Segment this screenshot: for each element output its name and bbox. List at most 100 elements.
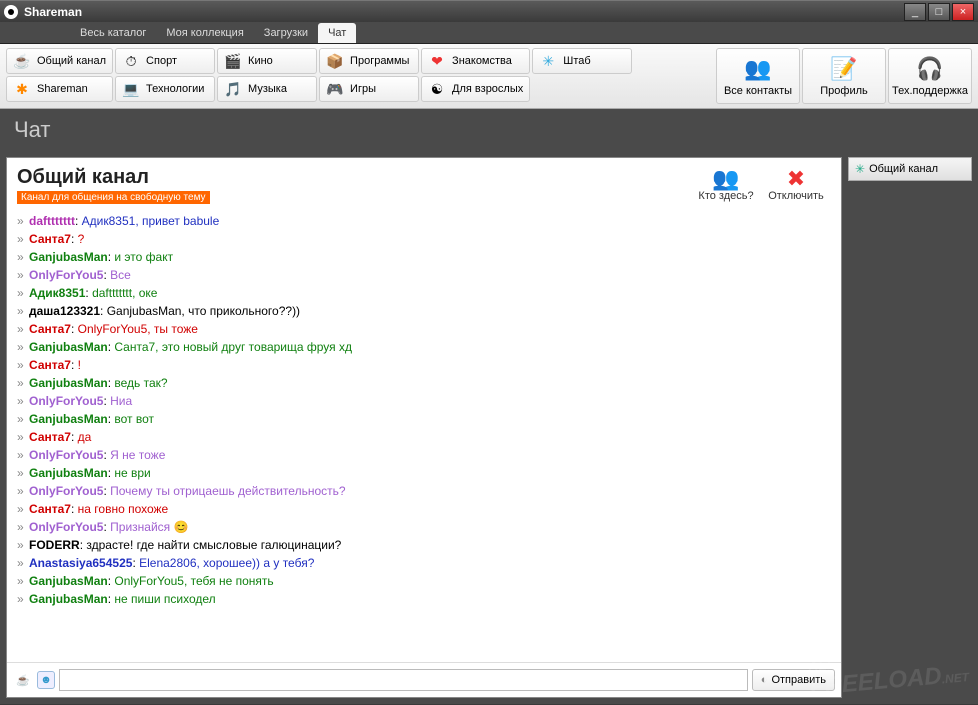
arrow-icon: »: [17, 484, 27, 498]
window-title: Shareman: [24, 5, 902, 19]
main-tabs: Весь каталогМоя коллекцияЗагрузкиЧат: [0, 22, 978, 44]
chat-panel: Общий канал Канал для общения на свободн…: [6, 157, 842, 698]
channel-icon: ❤: [428, 52, 446, 70]
message-text: !: [78, 358, 81, 372]
message-nick: Санта7: [29, 232, 71, 246]
chat-action[interactable]: 👥Кто здесь?: [691, 166, 761, 202]
channel-button[interactable]: 📦Программы: [319, 48, 419, 74]
channel-icon: 🎬: [224, 52, 242, 70]
arrow-icon: »: [17, 520, 27, 534]
arrow-icon: »: [17, 394, 27, 408]
message-input[interactable]: [59, 669, 748, 691]
channel-button[interactable]: 🎮Игры: [319, 76, 419, 102]
chat-message: » Санта7: да: [17, 428, 831, 446]
channel-button[interactable]: 🎬Кино: [217, 48, 317, 74]
channel-button[interactable]: 🎵Музыка: [217, 76, 317, 102]
message-text: Я не тоже: [110, 448, 165, 462]
tab-2[interactable]: Загрузки: [254, 23, 318, 43]
arrow-icon: »: [17, 538, 27, 552]
message-nick: OnlyForYou5: [29, 448, 103, 462]
big-label: Все контакты: [724, 85, 792, 97]
toolbar: ☕Общий канал✱Shareman⏱Спорт 💻 Технологии 🎬К…: [0, 44, 978, 109]
message-nick: Адик8351: [29, 286, 85, 300]
tab-0[interactable]: Весь каталог: [70, 23, 156, 43]
message-nick: GanjubasMan: [29, 466, 108, 480]
message-nick: GanjubasMan: [29, 376, 108, 390]
arrow-icon: »: [17, 304, 27, 318]
chat-action-label: Кто здесь?: [698, 190, 753, 202]
big-icon: 🎧: [916, 55, 944, 83]
channel-button[interactable]: ❤ Знакомства: [421, 48, 530, 74]
arrow-icon: »: [17, 592, 27, 606]
message-text: GanjubasMan, что прикольного??)): [107, 304, 300, 318]
toolbar-big-button[interactable]: 🎧 Тех.поддержка: [888, 48, 972, 104]
tab-1[interactable]: Моя коллекция: [156, 23, 253, 43]
message-text: Почему ты отрицаешь действительность?: [110, 484, 345, 498]
channel-label: Знакомства: [452, 55, 512, 67]
section-header: Чат: [0, 109, 978, 151]
message-text: на говно похоже: [78, 502, 169, 516]
arrow-icon: »: [17, 322, 27, 336]
arrow-icon: »: [17, 214, 27, 228]
chat-message: » Адик8351: dafttttttt, оке: [17, 284, 831, 302]
message-text: да: [78, 430, 92, 444]
message-nick: OnlyForYou5: [29, 268, 103, 282]
message-text: Признайся 😊: [110, 520, 188, 534]
message-nick: dafttttttt: [29, 214, 75, 228]
chat-message: » dafttttttt: Адик8351, привет babule: [17, 212, 831, 230]
message-nick: GanjubasMan: [29, 592, 108, 606]
close-button[interactable]: ×: [952, 3, 974, 21]
tab-3[interactable]: Чат: [318, 23, 356, 43]
channel-button[interactable]: ☯Для взрослых: [421, 76, 530, 102]
channel-button[interactable]: ✳ Штаб: [532, 48, 632, 74]
message-nick: OnlyForYou5: [29, 520, 103, 534]
chat-action-icon: 👥: [712, 166, 739, 190]
channel-icon: 🎵: [224, 80, 242, 98]
minimize-button[interactable]: _: [904, 3, 926, 21]
chat-message: » Санта7: ?: [17, 230, 831, 248]
chat-message: » GanjubasMan: ведь так?: [17, 374, 831, 392]
app-icon: [4, 5, 18, 19]
channel-button[interactable]: ☕Общий канал: [6, 48, 113, 74]
big-icon: 👥: [744, 55, 772, 83]
side-channel-item[interactable]: ✳Общий канал: [848, 157, 972, 181]
channel-button[interactable]: 💻 Технологии: [115, 76, 215, 102]
side-panel: ✳Общий канал: [848, 157, 972, 698]
channel-button[interactable]: ⏱Спорт: [115, 48, 215, 74]
side-item-label: Общий канал: [869, 163, 938, 175]
channel-label: Технологии: [146, 83, 204, 95]
message-nick: Санта7: [29, 358, 71, 372]
chat-message: » GanjubasMan: и это факт: [17, 248, 831, 266]
chat-action-label: Отключить: [768, 190, 824, 202]
channel-icon: 🎮: [326, 80, 344, 98]
chat-message: » Санта7: на говно похоже: [17, 500, 831, 518]
toolbar-big-button[interactable]: 📝Профиль: [802, 48, 886, 104]
big-label: Тех.поддержка: [892, 85, 968, 97]
chat-subtitle: Канал для общения на свободную тему: [17, 191, 210, 204]
message-nick: Санта7: [29, 430, 71, 444]
message-text: ?: [78, 232, 85, 246]
chat-message: » GanjubasMan: вот вот: [17, 410, 831, 428]
message-text: не ври: [114, 466, 150, 480]
message-text: Elena2806, хорошее)) а у тебя?: [139, 556, 314, 570]
toolbar-big-button[interactable]: 👥 Все контакты: [716, 48, 800, 104]
channel-label: Программы: [350, 55, 409, 67]
emoji-icon[interactable]: ☻: [37, 671, 55, 689]
chat-message: » OnlyForYou5: Почему ты отрицаешь дейст…: [17, 482, 831, 500]
message-nick: даша123321: [29, 304, 100, 318]
input-row: ☕ ☻ ◐ Отправить: [7, 662, 841, 697]
arrow-icon: »: [17, 448, 27, 462]
channel-button[interactable]: ✱Shareman: [6, 76, 113, 102]
channel-label: Спорт: [146, 55, 177, 67]
channel-icon: 💻: [122, 80, 140, 98]
channel-label: Штаб: [563, 55, 590, 67]
message-text: ведь так?: [114, 376, 167, 390]
send-button[interactable]: ◐ Отправить: [752, 669, 835, 691]
channel-icon: ✳: [539, 52, 557, 70]
chat-message: » OnlyForYou5: Ниа: [17, 392, 831, 410]
maximize-button[interactable]: □: [928, 3, 950, 21]
chat-header: Общий канал Канал для общения на свободн…: [7, 158, 841, 208]
message-text: Адик8351, привет babule: [82, 214, 220, 228]
chat-action[interactable]: ✖Отключить: [761, 166, 831, 202]
send-icon: ◐: [761, 674, 768, 686]
